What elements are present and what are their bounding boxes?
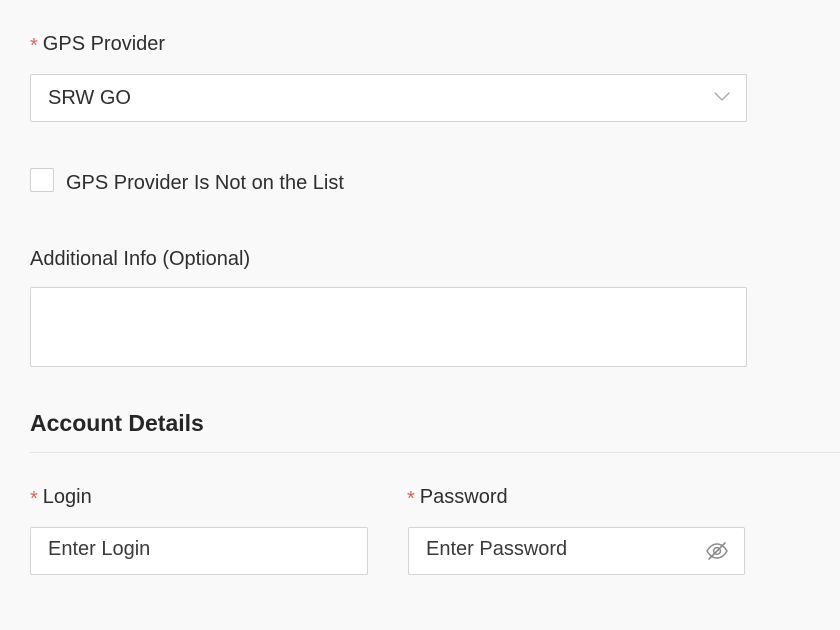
required-marker: * (30, 488, 38, 510)
password-label: * Password (407, 485, 508, 509)
required-marker: * (30, 35, 38, 57)
login-label-text: Login (42, 486, 92, 508)
additional-info-textarea[interactable] (30, 287, 747, 367)
password-label-text: Password (419, 486, 508, 508)
gps-provider-selected-value: SRW GO (48, 87, 131, 109)
login-label: * Login (30, 485, 92, 509)
gps-provider-select[interactable]: SRW GO (30, 74, 747, 122)
gps-provider-label-text: GPS Provider (42, 33, 166, 55)
required-marker: * (407, 488, 415, 510)
eye-off-icon[interactable] (705, 540, 729, 562)
gps-not-listed-label[interactable]: GPS Provider Is Not on the List (66, 171, 344, 195)
additional-info-label: Additional Info (Optional) (30, 248, 251, 270)
chevron-down-icon (713, 90, 731, 104)
gps-not-listed-checkbox[interactable] (30, 168, 54, 192)
account-details-title: Account Details (30, 410, 204, 436)
login-input[interactable]: Enter Login (30, 527, 368, 575)
password-placeholder: Enter Password (426, 538, 568, 560)
login-placeholder: Enter Login (48, 538, 151, 560)
gps-provider-form: * GPS Provider SRW GO GPS Provider Is Not… (0, 0, 840, 630)
section-divider (30, 452, 840, 453)
password-input[interactable]: Enter Password (408, 527, 745, 575)
gps-provider-label: * GPS Provider (30, 32, 165, 56)
